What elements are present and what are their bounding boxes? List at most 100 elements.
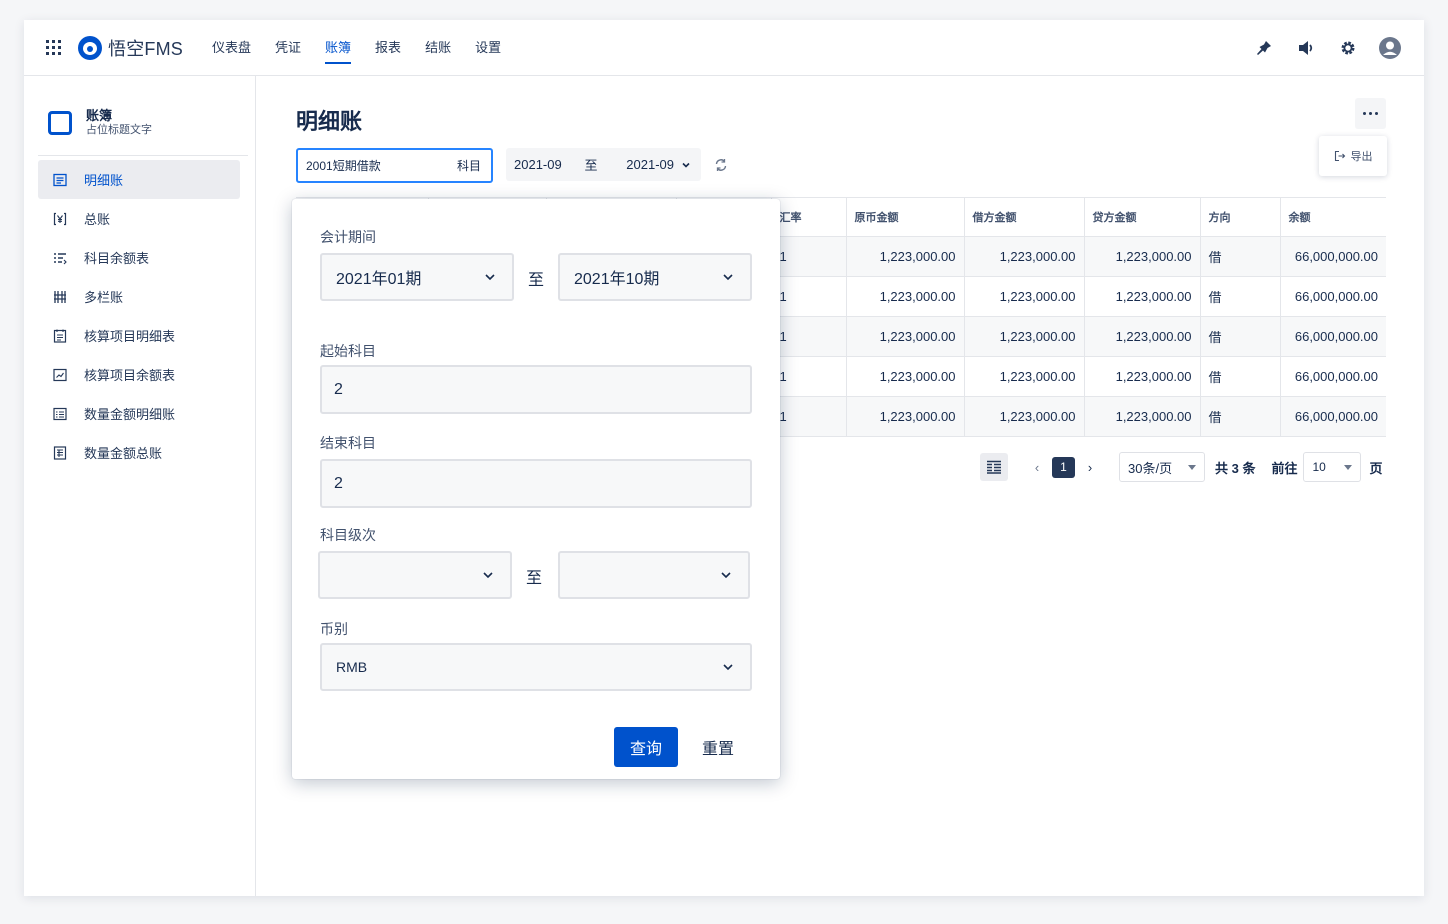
top-actions	[1252, 36, 1402, 60]
refresh-icon[interactable]	[713, 157, 729, 173]
start-subject-value: 2	[334, 380, 343, 398]
chevron-down-icon	[721, 572, 731, 579]
sidebar-item-label: 多栏账	[84, 290, 124, 305]
level-to-select[interactable]	[558, 551, 750, 599]
sidebar-divider	[38, 155, 248, 156]
reset-button[interactable]: 重置	[688, 727, 748, 767]
sheet-icon	[52, 445, 68, 461]
list-icon	[52, 250, 68, 266]
table-cell: 1,223,000.00	[964, 316, 1085, 357]
trend-icon	[52, 367, 68, 383]
column-header[interactable]: 原币金额	[846, 197, 965, 237]
table-cell: 借	[1200, 356, 1281, 397]
table-cell: 1,223,000.00	[846, 236, 965, 277]
table-cell: 1,223,000.00	[1084, 316, 1201, 357]
page-size-select[interactable]: 30条/页	[1119, 452, 1205, 482]
period-from-select[interactable]: 2021年01期	[320, 253, 514, 301]
table-cell: 借	[1200, 236, 1281, 277]
list-view-icon[interactable]	[980, 453, 1008, 481]
speaker-icon[interactable]	[1294, 36, 1318, 60]
pin-icon[interactable]	[1252, 36, 1276, 60]
table-cell: 1,223,000.00	[964, 236, 1085, 277]
period-range-select[interactable]: 2021-09 至 2021-09	[506, 148, 701, 181]
main-nav: 仪表盘 凭证 账簿 报表 结账 设置	[212, 20, 501, 76]
table-cell: 借	[1200, 316, 1281, 357]
sidebar: 账簿 占位标题文字 明细账 总账 科目余额表 多栏账 核算项目明细表 核算项目余…	[24, 76, 256, 896]
sidebar-item-multi-column[interactable]: 多栏账	[38, 277, 240, 316]
sidebar-item-item-detail[interactable]: 核算项目明细表	[38, 316, 240, 355]
table-cell: 1,223,000.00	[1084, 236, 1201, 277]
caret-down-icon	[1344, 464, 1353, 470]
table-cell: 1,223,000.00	[964, 396, 1085, 437]
sidebar-item-item-balance[interactable]: 核算项目余额表	[38, 355, 240, 394]
query-button[interactable]: 查询	[614, 727, 678, 767]
column-header[interactable]: 余额	[1280, 197, 1386, 237]
sidebar-item-qty-detail[interactable]: 数量金额明细账	[38, 394, 240, 433]
table-cell: 1	[771, 356, 847, 397]
end-subject-input[interactable]: 2	[320, 459, 752, 508]
total-count: 共 3 条	[1215, 460, 1256, 476]
sidebar-item-detail-ledger[interactable]: 明细账	[38, 160, 240, 199]
sidebar-item-label: 核算项目余额表	[84, 368, 176, 383]
nav-settings[interactable]: 设置	[475, 20, 501, 76]
sidebar-item-general-ledger[interactable]: 总账	[38, 199, 240, 238]
sidebar-list: 明细账 总账 科目余额表 多栏账 核算项目明细表 核算项目余额表 数量金额明细账…	[38, 160, 240, 472]
app-logo[interactable]: 悟空FMS	[78, 35, 183, 61]
ledger-detail-icon	[52, 172, 68, 188]
currency-select[interactable]: RMB	[320, 643, 752, 691]
export-label: 导出	[1350, 151, 1373, 163]
nav-closing[interactable]: 结账	[425, 20, 451, 76]
sidebar-item-balance-sheet[interactable]: 科目余额表	[38, 238, 240, 277]
app-grid-icon[interactable]	[46, 40, 61, 55]
level-from-select[interactable]	[318, 551, 512, 599]
app-window: 悟空FMS 仪表盘 凭证 账簿 报表 结账 设置 账簿 占位标题文字 明细账 总…	[24, 20, 1424, 896]
start-subject-label: 起始科目	[320, 343, 376, 359]
nav-dashboard[interactable]: 仪表盘	[212, 20, 251, 76]
goto-page-value: 10	[1312, 460, 1326, 474]
sidebar-item-qty-general[interactable]: 数量金额总账	[38, 433, 240, 472]
period-separator: 至	[584, 158, 598, 173]
table-cell: 1	[771, 236, 847, 277]
column-header[interactable]: 贷方金额	[1084, 197, 1201, 237]
level-label: 科目级次	[320, 527, 376, 543]
table-cell: 66,000,000.00	[1280, 316, 1386, 357]
column-header[interactable]: 汇率	[771, 197, 847, 237]
sidebar-subtitle: 占位标题文字	[86, 124, 152, 136]
column-header[interactable]: 方向	[1200, 197, 1281, 237]
table-cell: 1	[771, 396, 847, 437]
currency-label: 币别	[320, 621, 348, 637]
period-separator: 至	[528, 272, 545, 289]
table-cell: 66,000,000.00	[1280, 356, 1386, 397]
nav-reports[interactable]: 报表	[375, 20, 401, 76]
caret-down-icon	[1188, 464, 1196, 470]
table-cell: 1,223,000.00	[846, 316, 965, 357]
more-options-button[interactable]	[1355, 98, 1386, 129]
subject-value: 2001短期借款	[306, 159, 381, 173]
user-avatar-icon[interactable]	[1378, 36, 1402, 60]
table-cell: 1,223,000.00	[1084, 356, 1201, 397]
table-cell: 1,223,000.00	[846, 356, 965, 397]
column-header[interactable]: 借方金额	[964, 197, 1085, 237]
table-cell: 借	[1200, 396, 1281, 437]
gear-icon[interactable]	[1336, 36, 1360, 60]
start-subject-input[interactable]: 2	[320, 365, 752, 414]
sidebar-item-label: 核算项目明细表	[84, 329, 176, 344]
nav-voucher[interactable]: 凭证	[275, 20, 301, 76]
table-cell: 1,223,000.00	[1084, 396, 1201, 437]
prev-page-icon[interactable]: ‹	[1030, 460, 1044, 475]
chevron-down-icon	[485, 274, 495, 281]
sidebar-item-label: 科目余额表	[84, 251, 150, 266]
page-number-current[interactable]: 1	[1052, 456, 1075, 478]
export-button[interactable]: 导出	[1319, 136, 1387, 176]
nav-ledger[interactable]: 账簿	[325, 20, 352, 76]
table-cell: 1,223,000.00	[846, 276, 965, 317]
goto-page-input[interactable]: 10	[1303, 452, 1362, 482]
list-doc-icon	[52, 406, 68, 422]
next-page-icon[interactable]: ›	[1083, 460, 1097, 475]
sidebar-item-label: 明细账	[84, 173, 124, 188]
goto-label: 前往	[1271, 460, 1298, 476]
subject-input[interactable]: 2001短期借款 科目	[296, 148, 493, 183]
end-subject-value: 2	[334, 474, 343, 492]
doc-icon	[52, 328, 68, 344]
period-to-select[interactable]: 2021年10期	[558, 253, 752, 301]
